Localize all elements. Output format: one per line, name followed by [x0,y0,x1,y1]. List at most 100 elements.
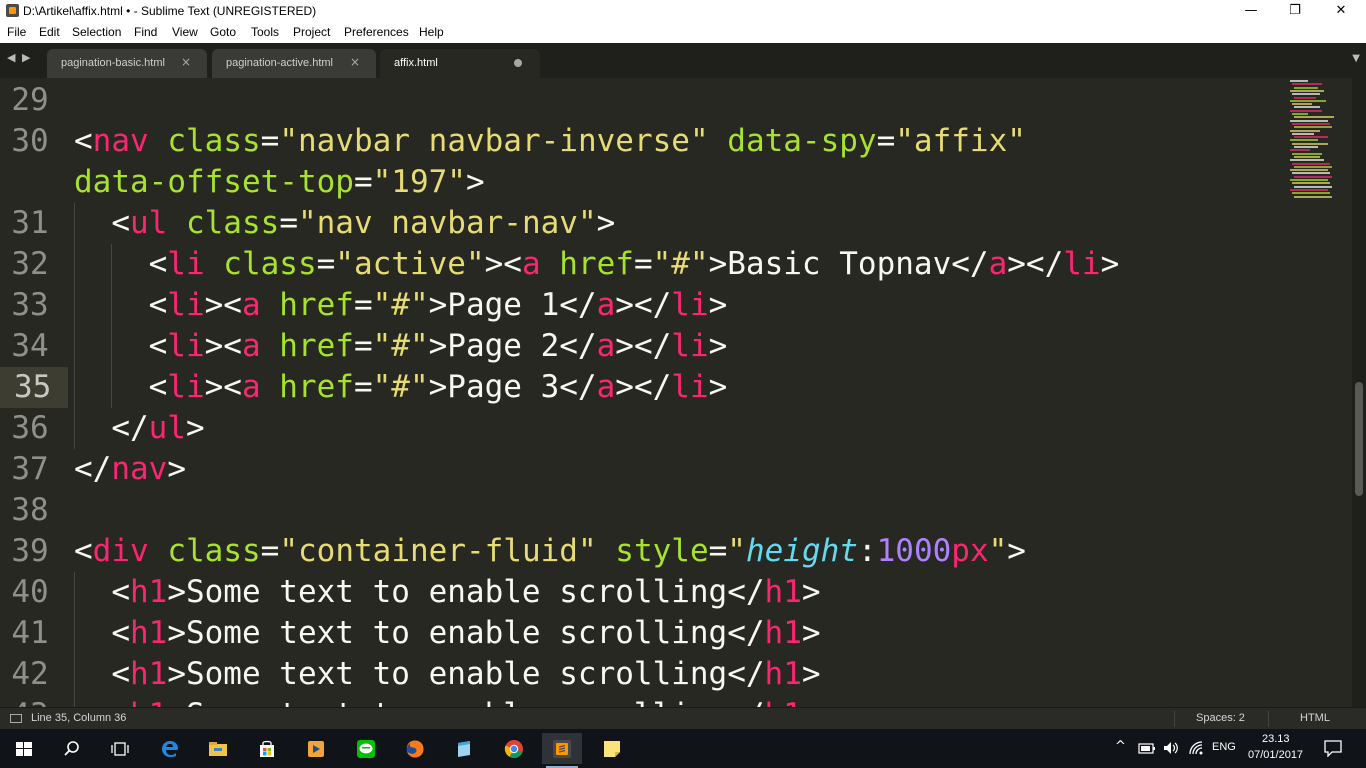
code-line[interactable]: <h1>Some text to enable scrolling</h1> [111,654,820,695]
line-number: 42 [11,656,49,692]
firefox-icon[interactable] [395,733,435,764]
code-line[interactable]: <h1>Some text to enable scrolling</h1> [111,613,820,654]
code-line[interactable]: <ul class="nav navbar-nav"> [111,203,615,244]
minimap[interactable] [1288,78,1350,208]
menu-selection[interactable]: Selection [72,25,121,39]
panel-toggle-icon[interactable] [10,714,22,723]
code-token: < [111,615,130,651]
code-token: = [353,328,373,364]
windows-start-icon[interactable] [4,733,44,764]
code-line[interactable]: <div class="container-fluid" style="heig… [74,531,1026,572]
tab-pagination-basic[interactable]: pagination-basic.html × [47,49,207,78]
tabs-dropdown-icon[interactable]: ▼ [1352,53,1360,64]
minimap-line [1292,162,1330,165]
code-line[interactable]: <li><a href="#">Page 2</a></li> [149,326,728,367]
menu-view[interactable]: View [172,25,198,39]
battery-icon[interactable] [1138,741,1156,755]
menu-project[interactable]: Project [293,25,330,39]
search-icon[interactable] [52,733,92,764]
tab-affix[interactable]: affix.html [380,49,540,78]
code-token: < [148,287,168,323]
menu-file[interactable]: File [7,25,26,39]
clock-date[interactable]: 07/01/2017 [1248,749,1303,761]
code-token: px [951,533,989,569]
unsaved-dot-icon[interactable] [514,59,522,67]
code-line[interactable]: data-offset-top="197"> [74,162,485,203]
indent-guide [74,244,75,285]
indent-guide [111,244,113,285]
tab-close-icon[interactable]: × [350,55,360,69]
code-token: = [633,246,653,282]
code-token: h1 [130,697,167,707]
sublime-text-icon[interactable] [542,733,582,768]
code-token: >Basic Topnav</ [708,246,989,282]
restore-button[interactable]: ❐ [1272,0,1318,22]
line-number: 29 [11,82,49,118]
menu-tools[interactable]: Tools [251,25,279,39]
minimap-line [1294,155,1320,158]
tab-pagination-active[interactable]: pagination-active.html × [212,49,376,78]
code-token: "navbar navbar-inverse" [279,123,709,159]
tab-nav-right-icon[interactable]: ▶ [22,51,30,64]
file-explorer-icon[interactable] [198,733,238,764]
line-number: 38 [11,492,49,528]
code-token: class [223,246,317,282]
syntax-setting[interactable]: HTML [1300,712,1330,724]
chrome-icon[interactable] [494,733,534,764]
menu-goto[interactable]: Goto [210,25,236,39]
code-line[interactable]: <h1>Some text to enable scrolling</h1> [111,695,820,707]
tray-chevron-icon[interactable]: ^ [1115,739,1126,754]
clock-time[interactable]: 23.13 [1262,733,1290,745]
code-line[interactable]: <nav class="navbar navbar-inverse" data-… [74,121,1026,162]
close-window-button[interactable]: ✕ [1318,0,1364,22]
code-line[interactable]: <li><a href="#">Page 3</a></li> [149,367,728,408]
line-number: 30 [11,123,49,159]
indentation-setting[interactable]: Spaces: 2 [1196,712,1245,724]
code-token: a [596,328,616,364]
scrollbar-thumb[interactable] [1355,382,1363,496]
sticky-notes-icon[interactable] [592,733,632,764]
line-messenger-icon[interactable] [346,733,386,764]
menu-preferences[interactable]: Preferences [344,25,409,39]
task-view-icon[interactable] [100,733,140,764]
indent-guide [111,285,113,326]
edge-icon[interactable] [150,733,190,764]
code-token: >Some text to enable scrolling</ [167,574,765,610]
menu-find[interactable]: Find [134,25,157,39]
code-line[interactable]: <li class="active"><a href="#">Basic Top… [149,244,1120,285]
code-line[interactable]: </nav> [74,449,186,490]
menu-edit[interactable]: Edit [39,25,60,39]
code-token: href [279,287,354,323]
tab-nav-left-icon[interactable]: ◀ [7,51,15,64]
code-token: > [802,697,821,707]
media-player-icon[interactable] [296,733,336,764]
code-line[interactable]: </ul> [111,408,204,449]
tab-label: pagination-basic.html [61,57,165,69]
minimap-line [1292,83,1322,86]
code-token: li [671,287,709,323]
menu-help[interactable]: Help [419,25,444,39]
code-token: "container-fluid" [279,533,597,569]
notepad-icon[interactable] [444,733,484,764]
tab-close-icon[interactable]: × [181,55,191,69]
code-token: li [671,369,709,405]
wifi-icon[interactable] [1188,740,1206,756]
action-center-icon[interactable] [1324,740,1342,757]
code-token: "197" [372,164,466,200]
code-token: : [857,533,877,569]
minimize-button[interactable]: — [1228,0,1274,22]
code-line[interactable]: <li><a href="#">Page 1</a></li> [149,285,728,326]
code-editor[interactable]: 293031323334353637383940414243 <nav clas… [0,78,1366,707]
code-token: li [167,328,205,364]
store-icon[interactable] [247,733,287,764]
code-line[interactable]: <h1>Some text to enable scrolling</h1> [111,572,820,613]
code-token: = [353,287,373,323]
minimap-line [1290,159,1324,162]
volume-icon[interactable] [1162,740,1180,756]
vertical-scrollbar[interactable] [1352,78,1366,707]
code-token: > [801,574,821,610]
language-indicator[interactable]: ENG [1212,741,1236,753]
